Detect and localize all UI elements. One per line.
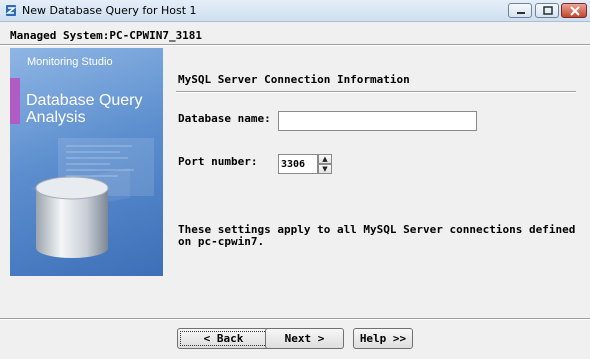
help-button[interactable]: Help >> <box>353 328 413 349</box>
maximize-button[interactable] <box>535 3 559 18</box>
port-number-input[interactable] <box>278 154 318 174</box>
back-button[interactable]: < Back <box>177 328 270 349</box>
next-button[interactable]: Next > <box>265 328 344 349</box>
minimize-button[interactable] <box>508 3 532 18</box>
managed-system-label: Managed System:PC-CPWIN7_3181 <box>10 29 203 42</box>
port-spin-down-button[interactable]: ▼ <box>318 164 332 174</box>
app-icon <box>5 5 17 16</box>
maximize-icon <box>543 6 553 15</box>
header-divider <box>0 44 590 46</box>
database-illustration <box>30 138 154 258</box>
port-number-label: Port number: <box>178 155 258 168</box>
database-name-label: Database name: <box>178 112 271 125</box>
window-title: New Database Query for Host 1 <box>22 4 197 17</box>
port-spin-up-button[interactable]: ▲ <box>318 154 332 164</box>
banner-heading: Database Query Analysis <box>26 92 143 126</box>
footer-divider <box>0 318 590 320</box>
minimize-icon <box>517 12 525 14</box>
banner-brand: Monitoring Studio <box>27 56 113 68</box>
close-icon <box>570 6 580 16</box>
settings-note: These settings apply to all MySQL Server… <box>178 223 576 248</box>
close-button[interactable] <box>561 3 587 18</box>
banner-image: Monitoring Studio Database Query Analysi… <box>10 48 163 276</box>
section-divider <box>176 91 576 93</box>
title-bar: New Database Query for Host 1 <box>0 0 590 22</box>
banner-accent-stripe <box>10 78 20 124</box>
section-title: MySQL Server Connection Information <box>178 73 410 86</box>
database-name-input[interactable] <box>278 111 477 131</box>
